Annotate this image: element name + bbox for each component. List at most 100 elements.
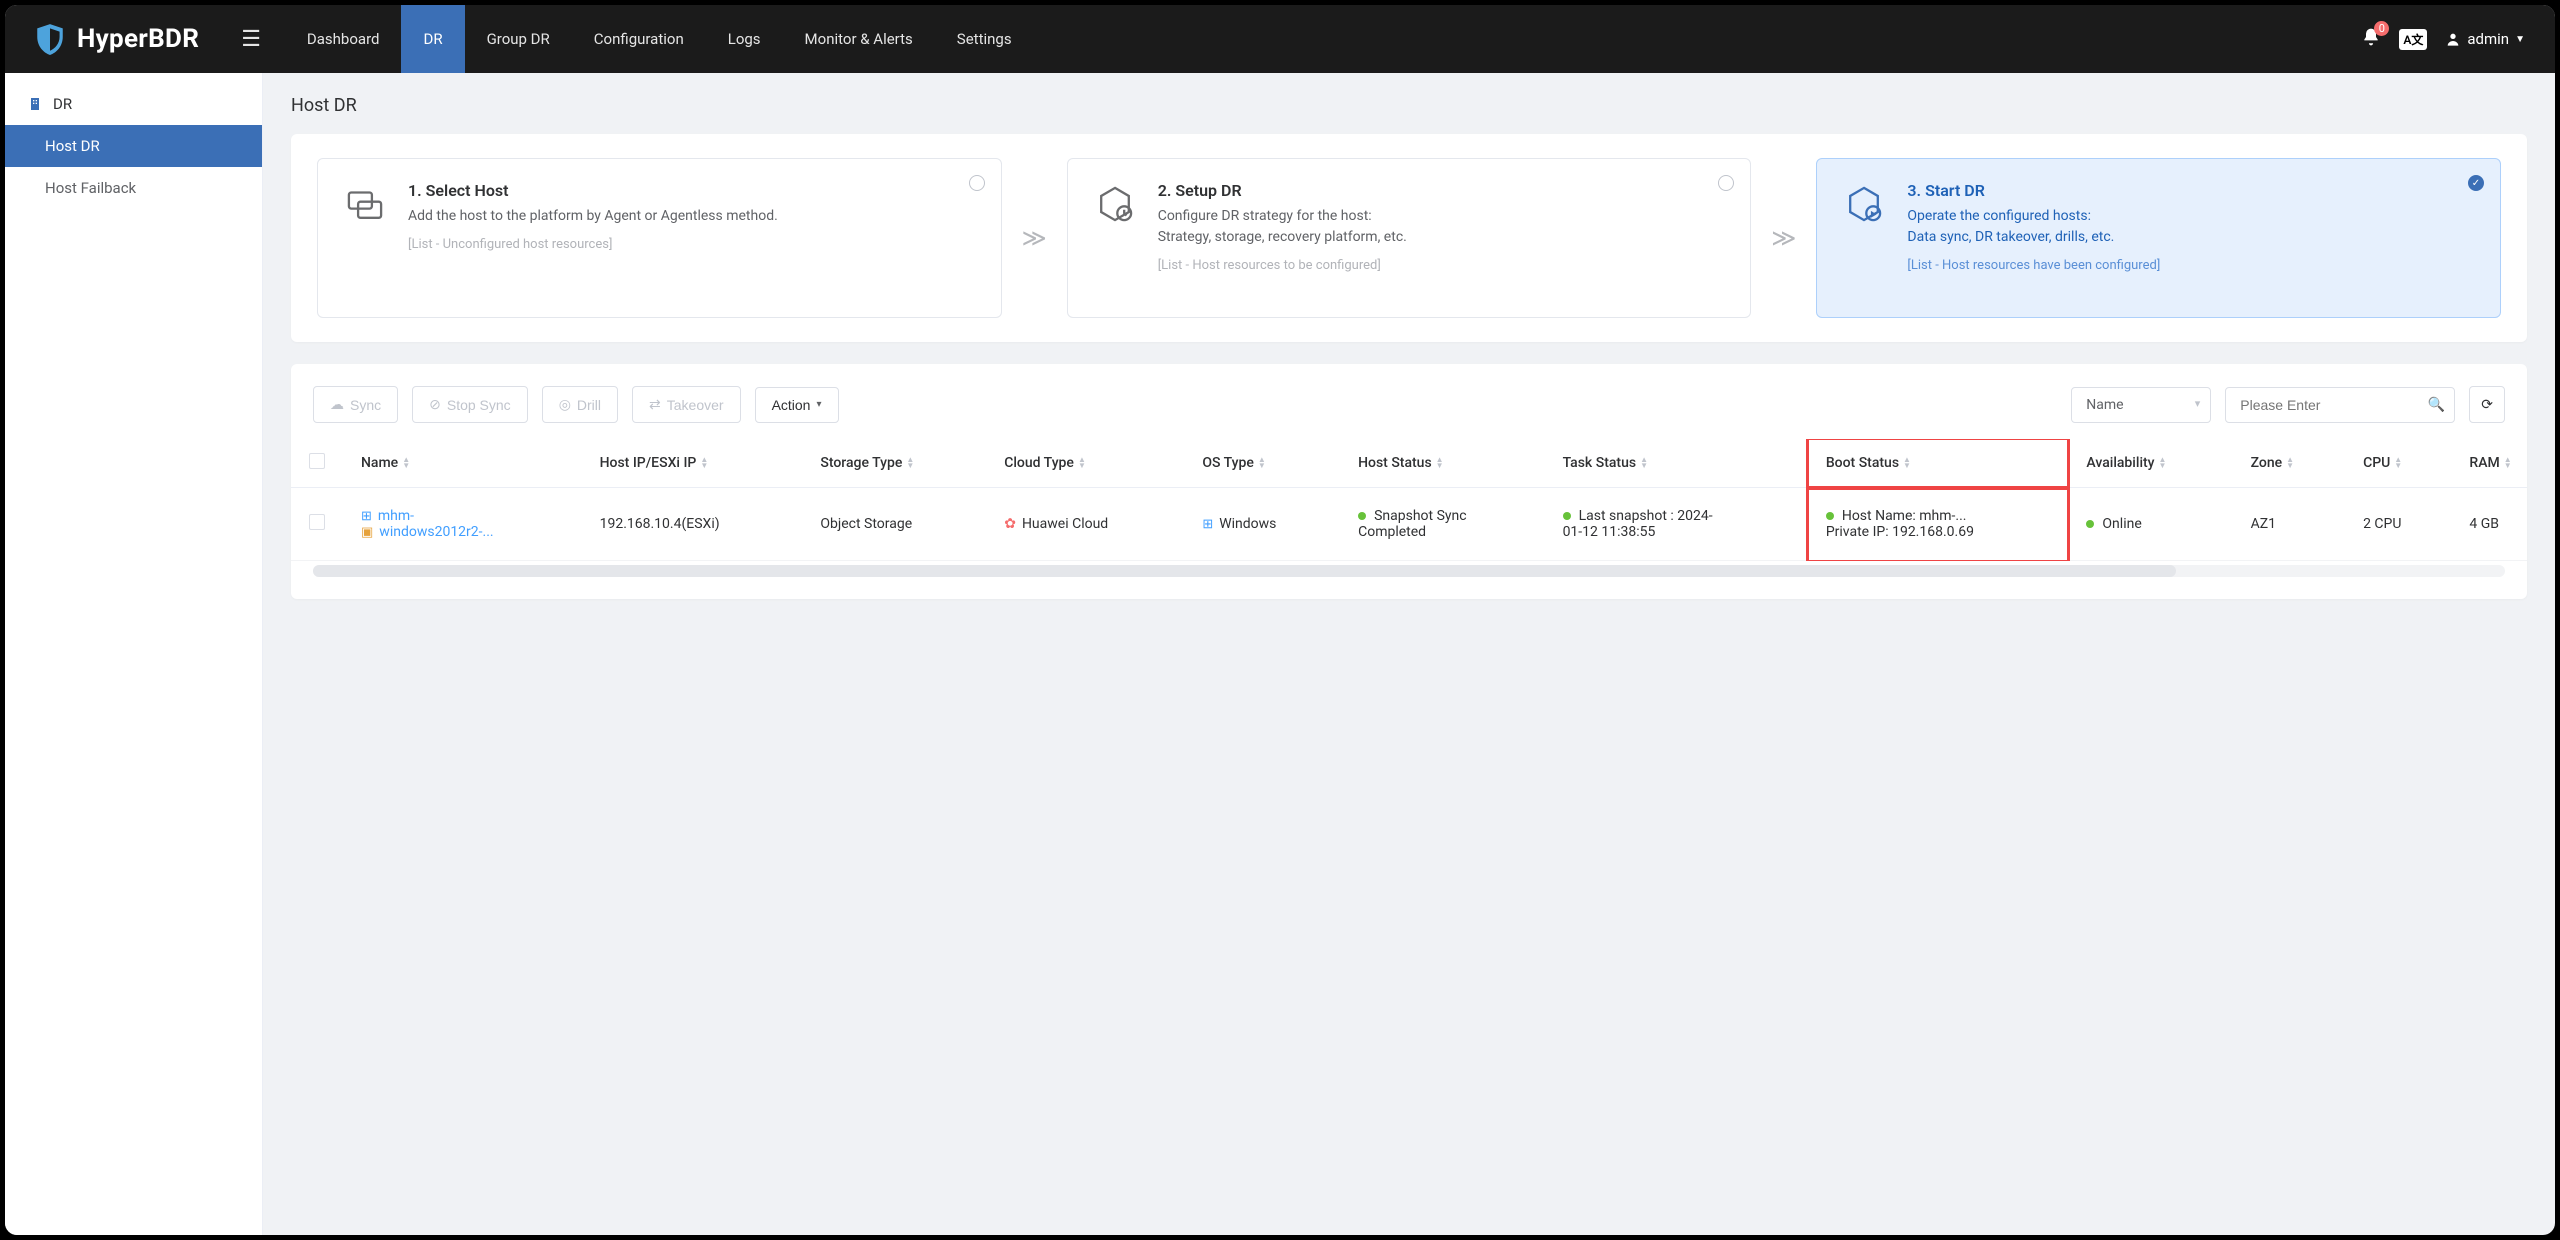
cell: Object Storage	[802, 488, 986, 561]
action-dropdown[interactable]: Action▾	[755, 387, 839, 423]
sort-icon: ▲▼	[2159, 457, 2167, 469]
steps-card: 1. Select Host Add the host to the platfo…	[291, 134, 2527, 342]
notification-count: 0	[2374, 21, 2389, 36]
step-icon	[1092, 181, 1138, 227]
row-checkbox[interactable]	[309, 514, 325, 530]
sort-icon: ▲▼	[1903, 457, 1911, 469]
step-title: 3. Start DR	[1907, 181, 2476, 200]
step-icon	[1841, 181, 1887, 227]
chevron-down-icon: ▼	[2515, 34, 2525, 45]
sidebar-item-host-dr[interactable]: Host DR	[5, 125, 262, 167]
select-all-checkbox[interactable]	[309, 453, 325, 469]
status-dot	[1563, 512, 1571, 520]
sort-icon: ▲▼	[2394, 457, 2402, 469]
step-2[interactable]: 2. Setup DRConfigure DR strategy for the…	[1067, 158, 1752, 318]
windows-icon: ⊞	[1202, 517, 1213, 532]
search-icon: 🔍	[2428, 397, 2445, 413]
cell: Last snapshot : 2024-01-12 11:38:55	[1545, 488, 1808, 561]
user-name: admin	[2467, 30, 2509, 48]
refresh-button[interactable]: ⟳	[2469, 386, 2505, 423]
step-desc: Operate the configured hosts:Data sync, …	[1907, 206, 2476, 248]
cloud-icon: ☁	[330, 396, 344, 413]
cell: 192.168.10.4(ESXi)	[582, 488, 803, 561]
swap-icon: ⇄	[649, 396, 661, 413]
step-status-badge	[969, 175, 985, 191]
cell: ⊞Windows	[1184, 488, 1340, 561]
sort-icon: ▲▼	[1258, 457, 1266, 469]
host-name-link[interactable]: ⊞mhm-▣windows2012r2-...	[361, 508, 564, 540]
main-content: Host DR 1. Select HostAdd the host to th…	[263, 73, 2555, 1235]
col-header[interactable]: Host Status▲▼	[1340, 439, 1544, 488]
sort-icon: ▲▼	[1640, 457, 1648, 469]
col-header[interactable]: Name▲▼	[343, 439, 582, 488]
drill-button[interactable]: ◎Drill	[542, 386, 618, 423]
sort-icon: ▲▼	[1436, 457, 1444, 469]
sort-icon: ▲▼	[1078, 457, 1086, 469]
step-list-hint: [List - Host resources to be configured]	[1158, 258, 1727, 273]
takeover-button[interactable]: ⇄Takeover	[632, 386, 741, 423]
shield-icon	[33, 22, 67, 56]
horizontal-scrollbar[interactable]	[313, 565, 2505, 577]
user-menu[interactable]: admin ▼	[2445, 30, 2525, 48]
nav-item-dashboard[interactable]: Dashboard	[285, 5, 402, 73]
brand-text: HyperBDR	[77, 24, 199, 54]
table-card: ☁Sync ⊘Stop Sync ◎Drill ⇄Takeover Action…	[291, 364, 2527, 599]
col-header[interactable]: Boot Status▲▼	[1808, 439, 2069, 488]
nav-item-settings[interactable]: Settings	[935, 5, 1034, 73]
step-1[interactable]: 1. Select Host Add the host to the platfo…	[317, 158, 1002, 318]
cell: Snapshot SyncCompleted	[1340, 488, 1544, 561]
windows-icon: ⊞	[361, 509, 372, 524]
col-header[interactable]: Storage Type▲▼	[802, 439, 986, 488]
hosts-table: Name▲▼Host IP/ESXi IP▲▼Storage Type▲▼Clo…	[291, 439, 2527, 561]
col-header[interactable]: Cloud Type▲▼	[986, 439, 1184, 488]
table-row: ⊞mhm-▣windows2012r2-... 192.168.10.4(ESXi…	[291, 488, 2527, 561]
col-header	[291, 439, 343, 488]
sidebar-item-host-failback[interactable]: Host Failback	[5, 167, 262, 209]
step-arrow-icon: ≫	[1771, 224, 1796, 252]
status-dot	[1826, 512, 1834, 520]
step-3[interactable]: 3. Start DR Operate the configured hosts:…	[1816, 158, 2501, 318]
vm-icon: ▣	[361, 525, 373, 540]
cell: Online	[2068, 488, 2232, 561]
stop-icon: ⊘	[429, 396, 441, 413]
notifications-icon[interactable]: 0	[2361, 27, 2381, 51]
table-scroll[interactable]: Name▲▼Host IP/ESXi IP▲▼Storage Type▲▼Clo…	[291, 439, 2527, 561]
chevron-down-icon: ▾	[816, 399, 821, 410]
cell: 2 CPU	[2345, 488, 2451, 561]
logo: HyperBDR	[5, 22, 217, 56]
language-toggle[interactable]: A文	[2399, 29, 2427, 50]
stop-sync-button[interactable]: ⊘Stop Sync	[412, 386, 528, 423]
step-list-hint: [List - Unconfigured host resources]	[408, 237, 977, 252]
sync-button[interactable]: ☁Sync	[313, 386, 398, 423]
huawei-icon: ✿	[1004, 516, 1016, 532]
filter-field-select[interactable]: Name	[2071, 387, 2211, 423]
step-icon	[342, 181, 388, 227]
user-icon	[2445, 31, 2461, 47]
toolbar: ☁Sync ⊘Stop Sync ◎Drill ⇄Takeover Action…	[291, 386, 2527, 439]
step-list-hint: [List - Host resources have been configu…	[1907, 258, 2476, 273]
col-header[interactable]: RAM▲▼	[2451, 439, 2527, 488]
col-header[interactable]: CPU▲▼	[2345, 439, 2451, 488]
sort-icon: ▲▼	[402, 457, 410, 469]
search-input[interactable]	[2225, 387, 2455, 423]
col-header[interactable]: Zone▲▼	[2233, 439, 2345, 488]
nav-item-configuration[interactable]: Configuration	[572, 5, 706, 73]
step-title: 1. Select Host	[408, 181, 977, 200]
sort-icon: ▲▼	[906, 457, 914, 469]
nav-item-logs[interactable]: Logs	[706, 5, 783, 73]
sort-icon: ▲▼	[2504, 457, 2512, 469]
nav-item-group-dr[interactable]: Group DR	[465, 5, 572, 73]
cell: Host Name: mhm-...Private IP: 192.168.0.…	[1808, 488, 2069, 561]
cell: AZ1	[2233, 488, 2345, 561]
menu-toggle-icon[interactable]: ☰	[217, 27, 285, 52]
col-header[interactable]: Availability▲▼	[2068, 439, 2232, 488]
nav-item-dr[interactable]: DR	[401, 5, 464, 73]
status-dot	[2086, 520, 2094, 528]
step-desc: Add the host to the platform by Agent or…	[408, 206, 977, 227]
sidebar: DR Host DRHost Failback	[5, 73, 263, 1235]
col-header[interactable]: Host IP/ESXi IP▲▼	[582, 439, 803, 488]
target-icon: ◎	[559, 396, 571, 413]
nav-item-monitor-alerts[interactable]: Monitor & Alerts	[783, 5, 935, 73]
col-header[interactable]: OS Type▲▼	[1184, 439, 1340, 488]
col-header[interactable]: Task Status▲▼	[1545, 439, 1808, 488]
